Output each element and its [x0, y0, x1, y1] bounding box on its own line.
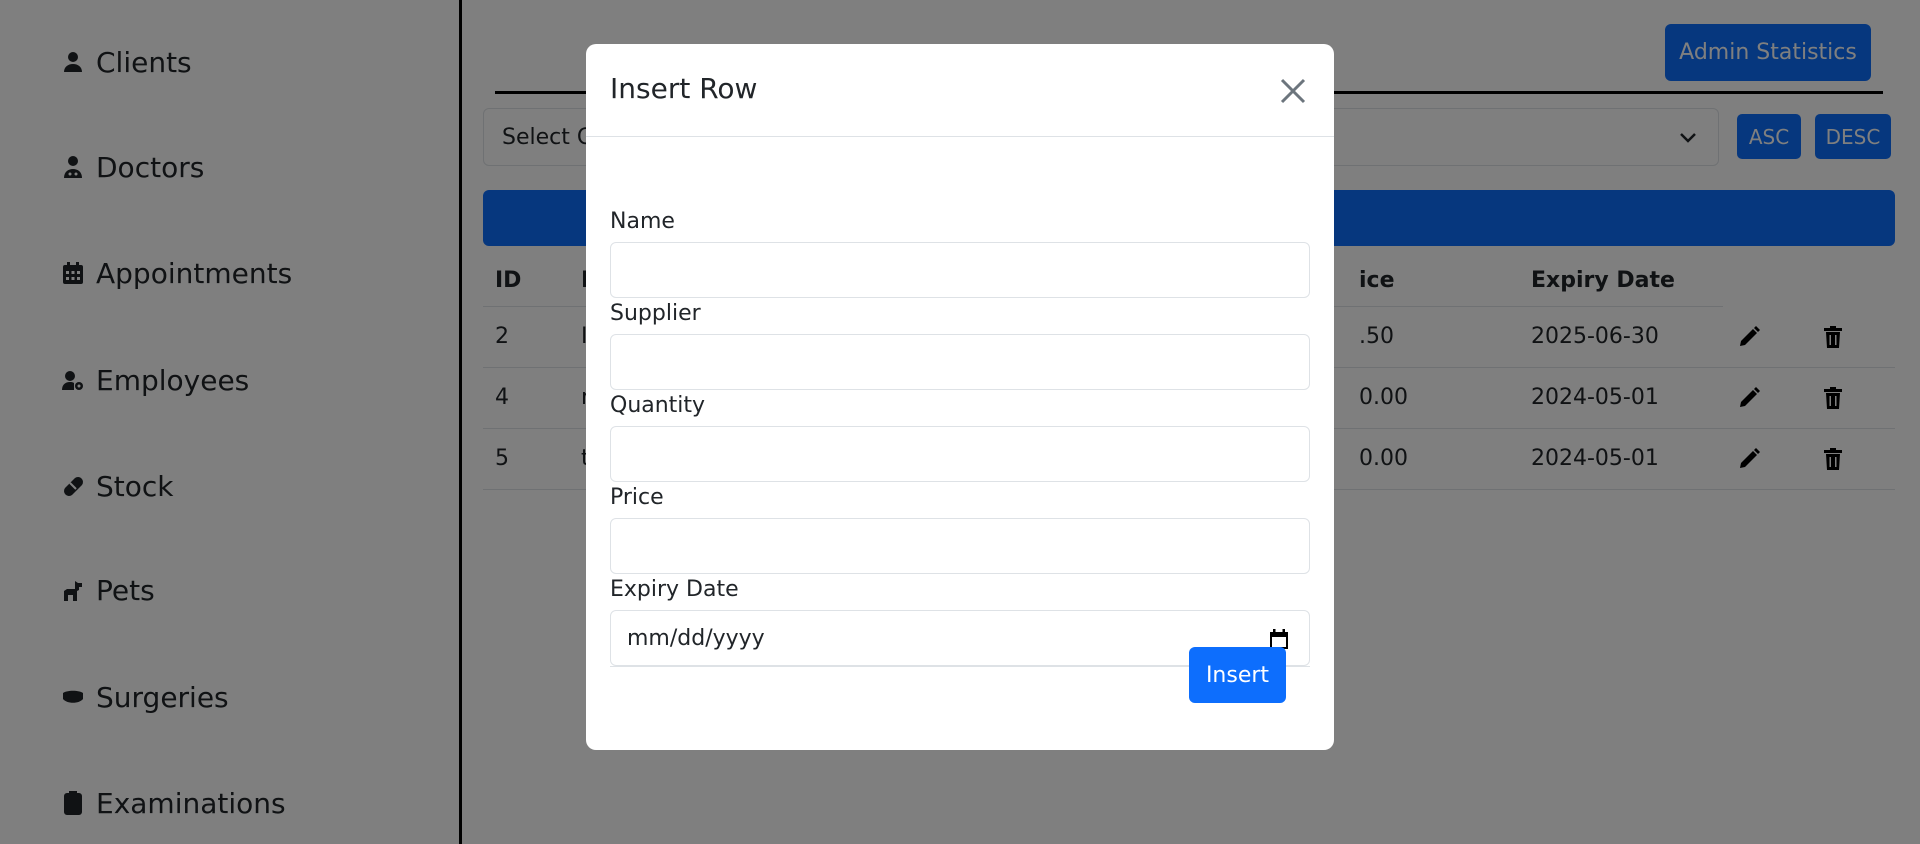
insert-row-modal: Insert Row Name Supplier Quantity Price … [586, 44, 1334, 750]
supplier-field[interactable] [610, 334, 1310, 390]
expiry-date-label: Expiry Date [610, 577, 739, 602]
quantity-label: Quantity [610, 393, 706, 418]
price-label: Price [610, 485, 664, 510]
price-field[interactable] [610, 518, 1310, 574]
app-root: Clients Doctors Appointments Employees S… [0, 0, 1920, 844]
close-icon [1280, 78, 1306, 104]
name-field[interactable] [610, 242, 1310, 298]
insert-button[interactable]: Insert [1189, 647, 1286, 703]
modal-header: Insert Row [586, 44, 1334, 137]
modal-body: Name Supplier Quantity Price Expiry Date… [610, 137, 1310, 667]
close-button[interactable] [1276, 74, 1310, 108]
quantity-field[interactable] [610, 426, 1310, 482]
supplier-label: Supplier [610, 301, 701, 326]
modal-title: Insert Row [610, 72, 758, 105]
expiry-date-value: mm/dd/yyyy [627, 625, 765, 651]
name-label: Name [610, 209, 675, 234]
